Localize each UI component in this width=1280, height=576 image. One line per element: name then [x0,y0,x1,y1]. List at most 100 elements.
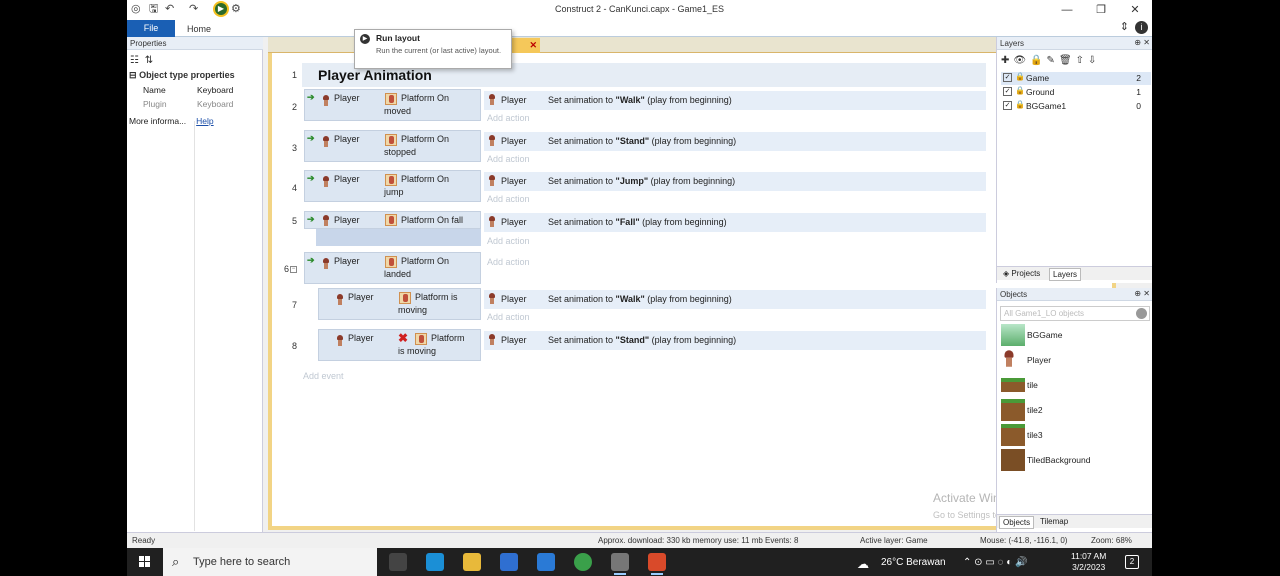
condition-text-2: landed [384,269,412,279]
collapse-icon[interactable]: ⊟ [129,70,137,80]
taskbar-clock[interactable]: 11:07 AM 3/2/2023 [1071,551,1106,573]
properties-title: Properties [130,39,167,48]
object-name: tile [1027,380,1038,390]
add-action-link[interactable]: Add action [487,154,530,164]
chrome-icon[interactable] [574,553,592,571]
move-down-icon[interactable]: ⇩ [1088,55,1100,66]
selected-row-highlight [316,229,481,246]
add-layer-icon[interactable]: ✚ [1001,55,1013,66]
add-event-link[interactable]: Add event [303,371,344,381]
property-row-name[interactable]: Name Keyboard [127,83,263,97]
ribbon-tabs: File Home ⇕ i [127,20,1152,37]
search-icon[interactable] [1136,308,1147,319]
event-condition[interactable]: Player Platform is moving [318,288,481,320]
add-action-link[interactable]: Add action [487,312,530,322]
minimize-button[interactable]: — [1057,2,1077,18]
categorized-icon[interactable]: ☷ [130,55,139,66]
layer-lock-icon[interactable]: 🔒 [1015,86,1025,95]
properties-column-divider [194,121,195,531]
edge-icon[interactable] [426,553,444,571]
tab-layers[interactable]: Layers [1049,268,1082,281]
panel-pin-close-icon[interactable]: ⊕ ✕ [1134,38,1150,47]
layer-visible-checkbox[interactable]: ✓ [1003,73,1012,82]
layer-lock-icon[interactable]: 🔒 [1015,100,1025,109]
objects-search-input[interactable]: All Game1_LO objects [1000,306,1150,321]
event-condition[interactable]: ➔ Player Platform On jump [304,170,481,202]
tab-tilemap[interactable]: Tilemap [1037,516,1071,527]
event-action[interactable]: Player Set animation to "Jump" (play fro… [484,172,986,191]
event-condition[interactable]: ➔ Player Platform On stopped [304,130,481,162]
object-type-properties-section[interactable]: ⊟ Object type properties [129,70,235,81]
condition-object: Player [334,93,360,103]
tray-icons[interactable]: ⌃ ⊙ ▭ ◌ ◐ 🔊 [963,557,1028,568]
platform-behavior-icon [385,174,397,186]
task-view-icon[interactable] [389,553,407,571]
layers-toolbar: ✚👁🔒✎🗑⇧⇩ [1001,55,1100,66]
lock-icon[interactable]: 🔒 [1030,55,1046,66]
maximize-button[interactable]: ❐ [1091,2,1111,18]
event-action[interactable]: Player Set animation to "Fall" (play fro… [484,213,986,232]
sort-alpha-icon[interactable]: ⇅ [145,55,153,66]
panel-pin-close-icon[interactable]: ⊕ ✕ [1134,289,1150,298]
help-link[interactable]: Help [196,116,213,126]
tab-home[interactable]: Home [187,24,211,34]
notification-icon[interactable]: 2 [1125,555,1139,569]
event-condition[interactable]: Player ✖ Platform is moving [318,329,481,361]
condition-text-2: moved [384,106,412,116]
mail-icon[interactable] [537,553,555,571]
add-action-link[interactable]: Add action [487,257,530,267]
property-value[interactable]: Keyboard [197,85,233,95]
condition-text-2: moving [398,305,428,315]
platform-behavior-icon [399,292,411,304]
layer-item-ground[interactable]: ✓ 🔒 Ground 1 [1001,86,1151,99]
condition-object: Player [334,215,360,225]
property-row-plugin[interactable]: Plugin Keyboard [127,97,263,111]
windows-start-icon[interactable] [139,556,151,568]
event-action[interactable]: Player Set animation to "Walk" (play fro… [484,91,986,110]
info-icon[interactable]: i [1135,21,1148,34]
construct2-taskbar-icon[interactable] [648,553,666,575]
weather-text: 26°C Berawan [881,557,946,568]
tab-close-icon[interactable]: ✕ [529,40,537,51]
search-placeholder: All Game1_LO objects [1004,309,1085,318]
player-object-icon [322,176,330,187]
add-action-link[interactable]: Add action [487,236,530,246]
close-button[interactable]: ✕ [1125,2,1145,18]
tab-projects[interactable]: ◈ Projects [1000,268,1043,279]
event-condition[interactable]: ➔ Player Platform On landed [304,252,481,284]
layer-visible-checkbox[interactable]: ✓ [1003,101,1012,110]
delete-icon[interactable]: 🗑 [1059,55,1076,66]
tab-objects[interactable]: Objects [999,516,1035,529]
add-action-link[interactable]: Add action [487,194,530,204]
store-icon[interactable] [500,553,518,571]
layer-lock-icon[interactable]: 🔒 [1015,72,1025,81]
player-object-icon [488,293,496,304]
event-action[interactable]: Player Set animation to "Stand" (play fr… [484,331,986,350]
tooltip-title: Run layout [376,33,420,43]
tab-file[interactable]: File [127,20,175,37]
edit-icon[interactable]: ✎ [1047,55,1059,66]
condition-text-1: Platform On [401,174,450,184]
event-number: 2 [291,102,297,112]
action-text: Set animation to "Stand" (play from begi… [548,136,737,146]
visibility-icon[interactable]: 👁 [1013,55,1030,66]
taskbar-search-box[interactable]: ⌕ Type here to search [163,548,377,576]
settings-icon[interactable] [611,553,629,575]
action-text: Set animation to "Fall" (play from begin… [548,217,727,227]
event-action[interactable]: Player Set animation to "Stand" (play fr… [484,132,986,151]
add-action-link[interactable]: Add action [487,113,530,123]
condition-text-1: Platform On [401,134,450,144]
layer-item-game[interactable]: ✓ 🔒 Game 2 [1001,72,1151,85]
condition-object: Player [348,333,374,343]
action-text: Set animation to "Walk" (play from begin… [548,95,732,105]
layer-item-bggame1[interactable]: ✓ 🔒 BGGame1 0 [1001,100,1151,113]
file-explorer-icon[interactable] [463,553,481,571]
ribbon-toggle-icon[interactable]: ⇕ [1120,21,1129,33]
move-up-icon[interactable]: ⇧ [1076,55,1088,66]
event-action[interactable]: Player Set animation to "Walk" (play fro… [484,290,986,309]
layers-panel: Layers ⊕ ✕ ✚👁🔒✎🗑⇧⇩ ✓ 🔒 Game 2 ✓ 🔒 Ground 1… [996,37,1152,283]
collapse-event-icon[interactable]: − [290,266,297,274]
event-condition[interactable]: ➔ Player Platform On moved [304,89,481,121]
layer-visible-checkbox[interactable]: ✓ [1003,87,1012,96]
event-condition[interactable]: ➔ Player Platform On fall [304,211,481,229]
